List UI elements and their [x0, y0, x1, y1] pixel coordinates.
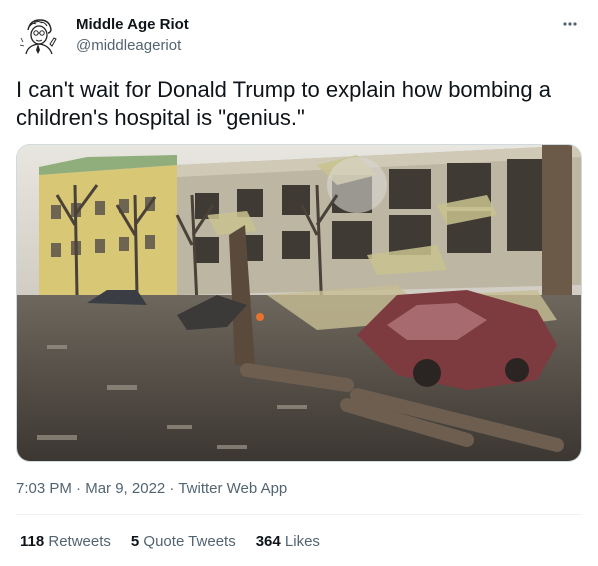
quote-tweets-stat[interactable]: 5 Quote Tweets — [131, 533, 236, 550]
retweets-stat[interactable]: 118 Retweets — [20, 533, 111, 550]
tweet-header: Middle Age Riot @middleageriot — [16, 12, 582, 60]
author-handle[interactable]: @middleageriot — [76, 37, 181, 54]
tweet-source[interactable]: Twitter Web App — [178, 480, 287, 497]
likes-label: Likes — [284, 533, 320, 550]
tweet-text: I can't wait for Donald Trump to explain… — [16, 77, 551, 130]
divider — [16, 514, 582, 515]
sketch-portrait-icon — [17, 15, 59, 57]
likes-count: 364 — [255, 533, 281, 550]
tweet-time[interactable]: 7:03 PM — [16, 480, 72, 497]
more-horizontal-icon — [563, 22, 577, 26]
author-name[interactable]: Middle Age Riot — [76, 16, 189, 33]
quote-tweets-count: 5 — [130, 533, 140, 550]
tweet-meta: 7:03 PM · Mar 9, 2022 · Twitter Web App — [16, 480, 287, 497]
likes-stat[interactable]: 364 Likes — [256, 533, 320, 550]
destroyed-hospital-photo — [17, 145, 581, 461]
retweets-count: 118 — [20, 533, 45, 550]
meta-separator: · — [71, 480, 86, 497]
tweet-date[interactable]: Mar 9, 2022 — [85, 480, 165, 497]
quote-tweets-label: Quote Tweets — [143, 533, 236, 550]
retweets-label: Retweets — [48, 533, 111, 550]
more-button[interactable] — [558, 12, 582, 36]
avatar[interactable] — [16, 14, 64, 62]
meta-separator: · — [165, 480, 179, 497]
tweet-photo[interactable] — [16, 144, 582, 462]
tweet-stats: 118 Retweets 5 Quote Tweets 364 Likes — [20, 533, 320, 550]
